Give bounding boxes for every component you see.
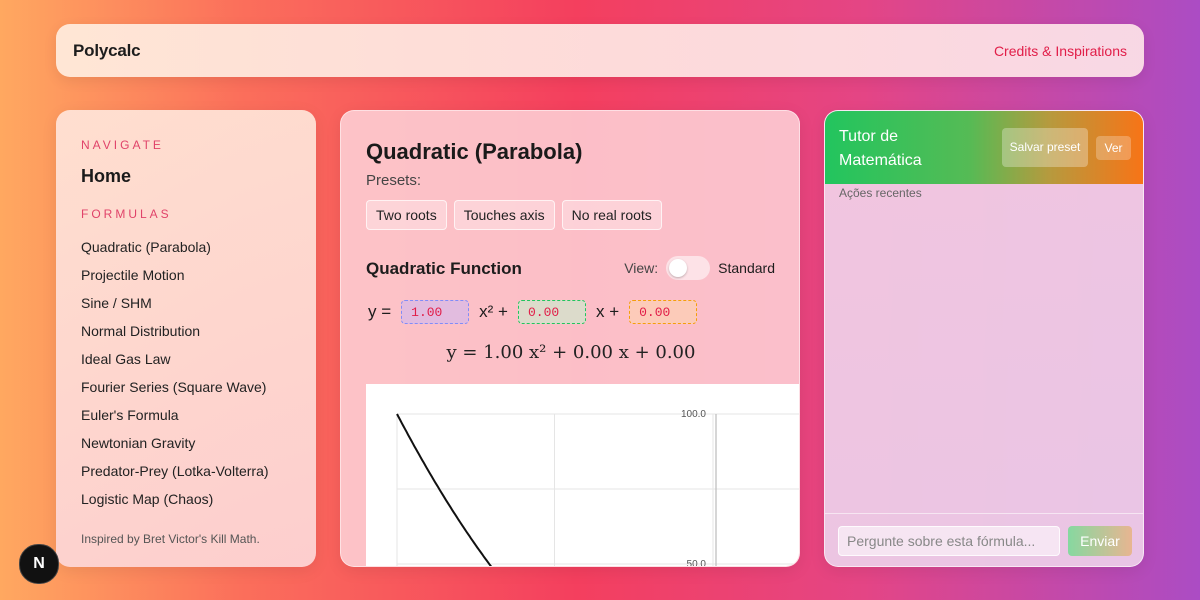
- preset-buttons: Two roots Touches axis No real roots: [366, 200, 662, 230]
- sidebar-footer-note: Inspired by Bret Victor's Kill Math.: [81, 532, 260, 546]
- recent-actions-label: Ações recentes: [839, 186, 922, 200]
- view-label: View:: [624, 260, 659, 276]
- nav-item-predator-prey[interactable]: Predator-Prey (Lotka-Volterra): [81, 457, 291, 485]
- navigate-heading: NAVIGATE: [81, 138, 164, 152]
- tutor-header: Tutor de Matemática Salvar preset Ver: [825, 111, 1143, 184]
- nav-home-link[interactable]: Home: [81, 166, 291, 187]
- x-term: x +: [595, 302, 620, 321]
- credits-link[interactable]: Credits & Inspirations: [994, 43, 1127, 59]
- y-tick-label: 100.0: [681, 409, 706, 420]
- formula-list: Quadratic (Parabola) Projectile Motion S…: [81, 233, 291, 513]
- math-tutor-panel: Tutor de Matemática Salvar preset Ver Aç…: [824, 110, 1144, 567]
- view-mode-label: Standard: [718, 260, 775, 276]
- equation-editor: y = x² + x +: [366, 300, 705, 324]
- presets-label: Presets:: [366, 172, 422, 189]
- tutor-title: Tutor de Matemática: [839, 128, 922, 169]
- rendered-formula: y = 1.00 x² + 0.00 x + 0.00: [446, 342, 696, 363]
- graph-area[interactable]: 100.0 50.0: [366, 384, 799, 567]
- parabola-plot: 100.0 50.0: [396, 409, 799, 567]
- app-brand[interactable]: Polycalc: [73, 41, 141, 61]
- coefficient-a-input[interactable]: [401, 300, 470, 324]
- navigation-sidebar: NAVIGATE Home FORMULAS Quadratic (Parabo…: [56, 110, 316, 567]
- nav-item-normal-distribution[interactable]: Normal Distribution: [81, 317, 291, 345]
- preset-no-real-roots-button[interactable]: No real roots: [561, 200, 662, 230]
- nav-item-newtonian-gravity[interactable]: Newtonian Gravity: [81, 429, 291, 457]
- coefficient-c-input[interactable]: [629, 300, 698, 324]
- y-tick-label: 50.0: [687, 559, 707, 567]
- nav-item-projectile-motion[interactable]: Projectile Motion: [81, 261, 291, 289]
- nav-item-ideal-gas-law[interactable]: Ideal Gas Law: [81, 345, 291, 373]
- send-button[interactable]: Enviar: [1068, 526, 1132, 556]
- nav-item-eulers-formula[interactable]: Euler's Formula: [81, 401, 291, 429]
- formulas-heading: FORMULAS: [81, 207, 172, 221]
- preset-touches-axis-button[interactable]: Touches axis: [453, 200, 555, 230]
- tutor-input-bar: Enviar: [825, 513, 1143, 566]
- toggle-knob: [669, 259, 688, 277]
- nav-item-quadratic[interactable]: Quadratic (Parabola): [81, 233, 291, 261]
- next-badge[interactable]: N: [19, 544, 59, 584]
- preset-two-roots-button[interactable]: Two roots: [366, 200, 447, 230]
- view-switch: View: Standard: [624, 256, 775, 280]
- view-toggle[interactable]: [666, 256, 711, 280]
- page-title: Quadratic (Parabola): [366, 139, 583, 164]
- nav-item-logistic-map[interactable]: Logistic Map (Chaos): [81, 485, 291, 513]
- parabola-curve: [396, 413, 492, 566]
- save-preset-button[interactable]: Salvar preset: [1002, 128, 1088, 167]
- view-presets-button[interactable]: Ver: [1096, 136, 1131, 160]
- top-bar: Polycalc Credits & Inspirations: [56, 24, 1144, 77]
- nav-item-sine-shm[interactable]: Sine / SHM: [81, 289, 291, 317]
- function-title: Quadratic Function: [366, 259, 522, 278]
- ask-question-input[interactable]: [838, 526, 1060, 556]
- formula-panel: Quadratic (Parabola) Presets: Two roots …: [340, 110, 800, 567]
- x-squared-term: x² +: [479, 302, 508, 321]
- y-prefix: y =: [368, 302, 392, 321]
- coefficient-b-input[interactable]: [517, 300, 586, 324]
- nav-item-fourier-series[interactable]: Fourier Series (Square Wave): [81, 373, 291, 401]
